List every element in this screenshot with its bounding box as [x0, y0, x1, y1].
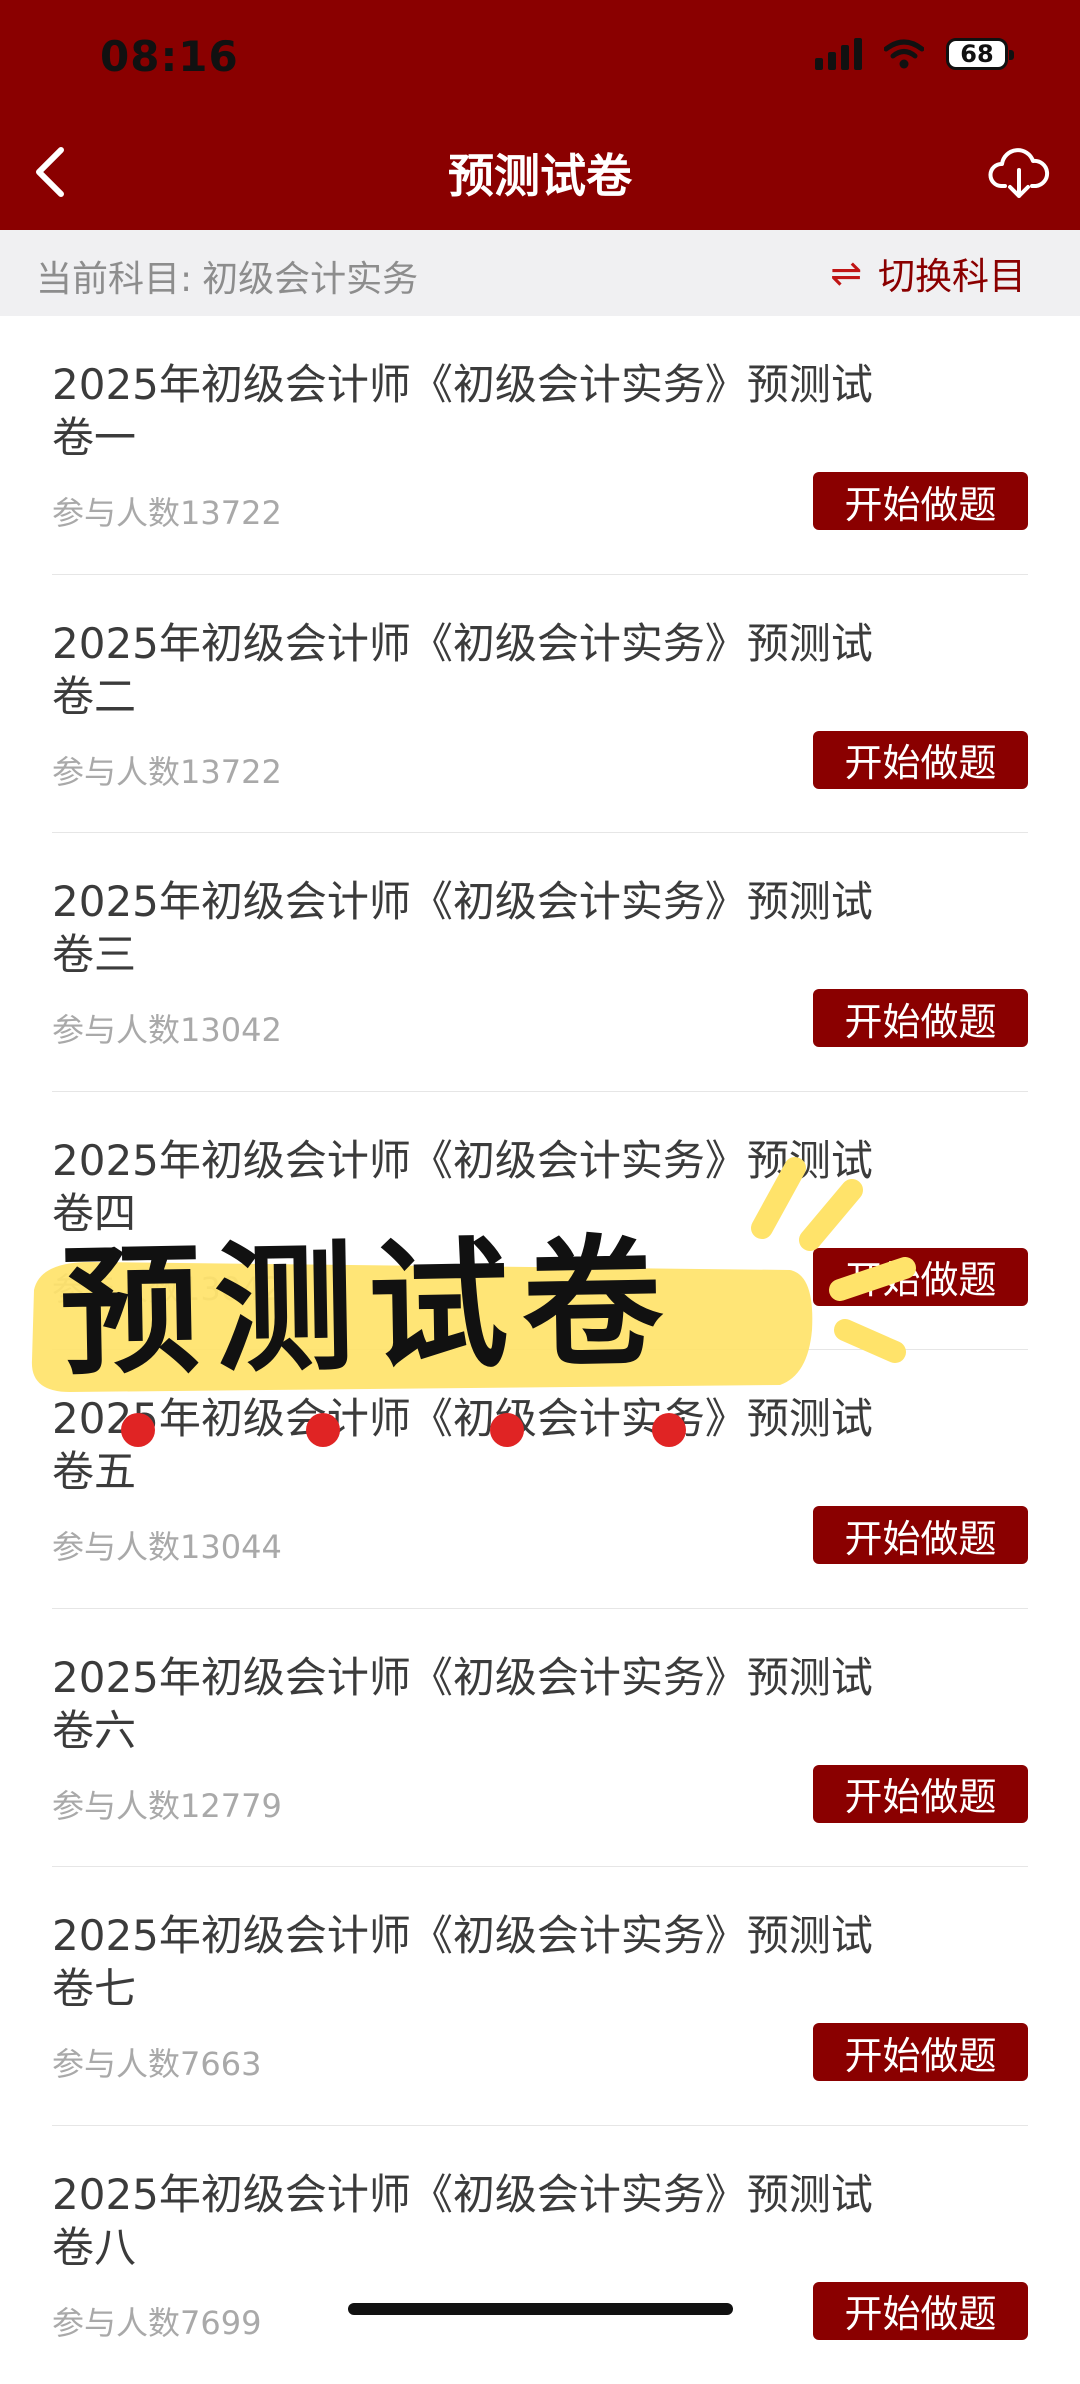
participant-count: 参与人数13044 — [52, 1522, 282, 1568]
participant-count: 参与人数13042 — [52, 1264, 282, 1310]
status-time: 08:16 — [100, 32, 239, 81]
list-item[interactable]: 2025年初级会计师《初级会计实务》预测试卷一 参与人数13722 开始做题 — [52, 316, 1028, 575]
paper-title: 2025年初级会计师《初级会计实务》预测试卷七 — [52, 1909, 912, 2015]
start-button[interactable]: 开始做题 — [813, 989, 1028, 1047]
list-item[interactable]: 2025年初级会计师《初级会计实务》预测试卷六 参与人数12779 开始做题 — [52, 1609, 1028, 1868]
home-indicator[interactable] — [348, 2303, 733, 2315]
wifi-icon — [884, 39, 924, 69]
start-button[interactable]: 开始做题 — [813, 2023, 1028, 2081]
switch-subject-label: 切换科目 — [878, 246, 1026, 300]
list-item[interactable]: 2025年初级会计师《初级会计实务》预测试卷五 参与人数13044 开始做题 — [52, 1350, 1028, 1609]
page-title: 预测试卷 — [0, 140, 1080, 206]
start-button[interactable]: 开始做题 — [813, 731, 1028, 789]
current-subject: 当前科目:初级会计实务 — [36, 250, 418, 302]
swap-icon: ⇌ — [830, 251, 862, 295]
participant-count: 参与人数13042 — [52, 1005, 282, 1051]
participant-count: 参与人数12779 — [52, 1781, 282, 1827]
subject-label-text: 当前科目: — [36, 259, 192, 300]
list-item[interactable]: 2025年初级会计师《初级会计实务》预测试卷四 参与人数13042 开始做题 — [52, 1092, 1028, 1351]
paper-title: 2025年初级会计师《初级会计实务》预测试卷五 — [52, 1392, 912, 1498]
participant-count: 参与人数13722 — [52, 488, 282, 534]
download-button[interactable] — [988, 142, 1050, 204]
participant-count: 参与人数13722 — [52, 747, 282, 793]
paper-title: 2025年初级会计师《初级会计实务》预测试卷二 — [52, 617, 912, 723]
start-button[interactable]: 开始做题 — [813, 2282, 1028, 2340]
paper-title: 2025年初级会计师《初级会计实务》预测试卷四 — [52, 1134, 912, 1240]
signal-icon — [815, 38, 862, 70]
paper-list: 2025年初级会计师《初级会计实务》预测试卷一 参与人数13722 开始做题 2… — [0, 316, 1080, 2384]
list-item[interactable]: 2025年初级会计师《初级会计实务》预测试卷八 参与人数7699 开始做题 — [52, 2126, 1028, 2384]
subject-bar: 当前科目:初级会计实务 ⇌ 切换科目 — [0, 230, 1080, 316]
participant-count: 参与人数7663 — [52, 2039, 261, 2085]
start-button[interactable]: 开始做题 — [813, 472, 1028, 530]
paper-title: 2025年初级会计师《初级会计实务》预测试卷三 — [52, 875, 912, 981]
list-item[interactable]: 2025年初级会计师《初级会计实务》预测试卷七 参与人数7663 开始做题 — [52, 1867, 1028, 2126]
subject-value: 初级会计实务 — [202, 259, 418, 300]
start-button[interactable]: 开始做题 — [813, 1765, 1028, 1823]
list-item[interactable]: 2025年初级会计师《初级会计实务》预测试卷二 参与人数13722 开始做题 — [52, 575, 1028, 834]
status-icons: 68 — [815, 38, 1008, 70]
start-button[interactable]: 开始做题 — [813, 1248, 1028, 1306]
start-button[interactable]: 开始做题 — [813, 1506, 1028, 1564]
switch-subject-button[interactable]: ⇌ 切换科目 — [830, 246, 1026, 300]
paper-title: 2025年初级会计师《初级会计实务》预测试卷六 — [52, 1651, 912, 1757]
paper-title: 2025年初级会计师《初级会计实务》预测试卷一 — [52, 358, 912, 464]
list-item[interactable]: 2025年初级会计师《初级会计实务》预测试卷三 参与人数13042 开始做题 — [52, 833, 1028, 1092]
top-bar: 08:16 68 预测试卷 — [0, 0, 1080, 230]
cloud-download-icon — [988, 142, 1050, 204]
paper-title: 2025年初级会计师《初级会计实务》预测试卷八 — [52, 2168, 912, 2274]
battery-icon: 68 — [946, 38, 1008, 70]
